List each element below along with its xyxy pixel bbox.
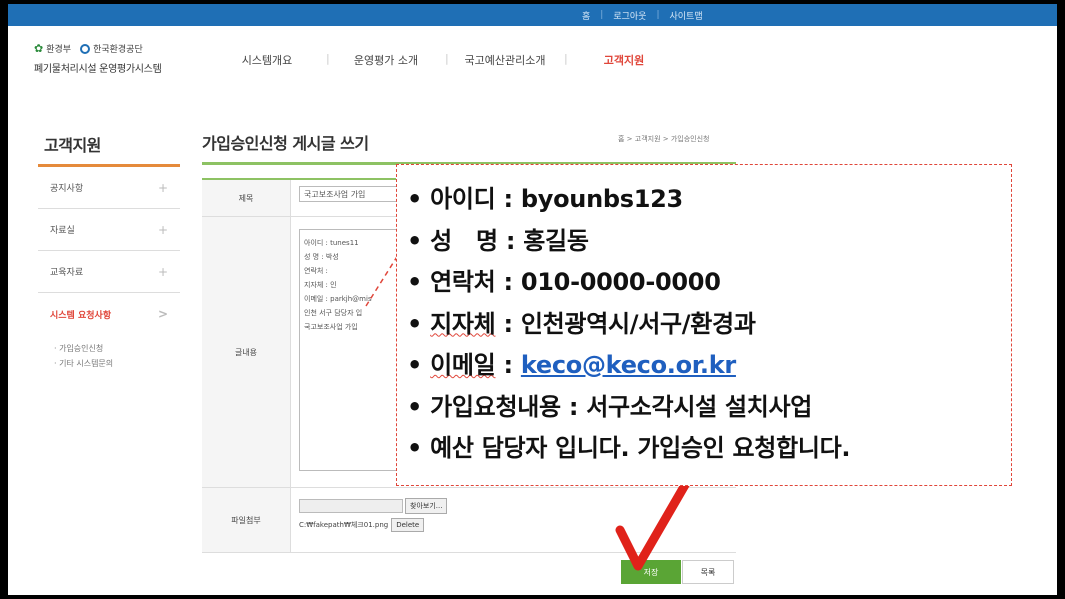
bullet: • xyxy=(407,185,423,213)
callout-key: 이메일 xyxy=(430,351,496,379)
callout-key: 지자체 xyxy=(430,309,496,338)
callout-line-name: • 성 명 : 홍길동 xyxy=(407,221,1011,263)
callout-key: 성 명 xyxy=(430,226,498,255)
callout-value: 홍길동 xyxy=(523,226,589,255)
bullet: • xyxy=(407,309,423,338)
callout-sep: : xyxy=(560,392,587,421)
callout-value: byounbs123 xyxy=(520,185,683,213)
app-frame: 홈 | 로그아웃 | 사이트맵 ✿ 환경부 한국환경공단 폐기물처리시설 운영평… xyxy=(8,4,1057,595)
callout-key: 아이디 xyxy=(430,185,496,213)
callout-value: 010-0000-0000 xyxy=(520,268,721,296)
callout-line-id: • 아이디 : byounbs123 xyxy=(407,179,1011,221)
callout-sep: : xyxy=(495,351,521,379)
callout-value: 인천광역시/서구/환경과 xyxy=(520,309,756,338)
callout-line-email: • 이메일 : keco@keco.or.kr xyxy=(407,345,1011,387)
callout-sep: : xyxy=(495,185,521,213)
callout-key: 가입요청내용 xyxy=(430,392,561,421)
callout-sep: : xyxy=(497,226,524,255)
bullet: • xyxy=(407,268,423,296)
callout-line-note: • 예산 담당자 입니다. 가입승인 요청합니다. xyxy=(407,428,1011,470)
callout-key: 연락처 xyxy=(430,268,496,296)
bullet: • xyxy=(407,434,423,462)
email-link[interactable]: keco@keco.or.kr xyxy=(521,351,736,379)
bullet: • xyxy=(407,226,423,255)
bullet: • xyxy=(407,351,423,379)
callout-sep: : xyxy=(495,268,521,296)
callout-line-phone: • 연락처 : 010-0000-0000 xyxy=(407,262,1011,304)
callout-pointer xyxy=(365,251,401,307)
callout-line-request: • 가입요청내용 : 서구소각시설 설치사업 xyxy=(407,387,1011,429)
callout-sep: : xyxy=(495,309,521,338)
annotation-callout: • 아이디 : byounbs123 • 성 명 : 홍길동 • 연락처 : 0… xyxy=(396,164,1012,486)
callout-value: 서구소각시설 설치사업 xyxy=(586,392,813,421)
callout-key: 예산 담당자 입니다. 가입승인 요청합니다. xyxy=(430,434,851,462)
bullet: • xyxy=(407,392,423,421)
callout-line-municipality: • 지자체 : 인천광역시/서구/환경과 xyxy=(407,304,1011,346)
